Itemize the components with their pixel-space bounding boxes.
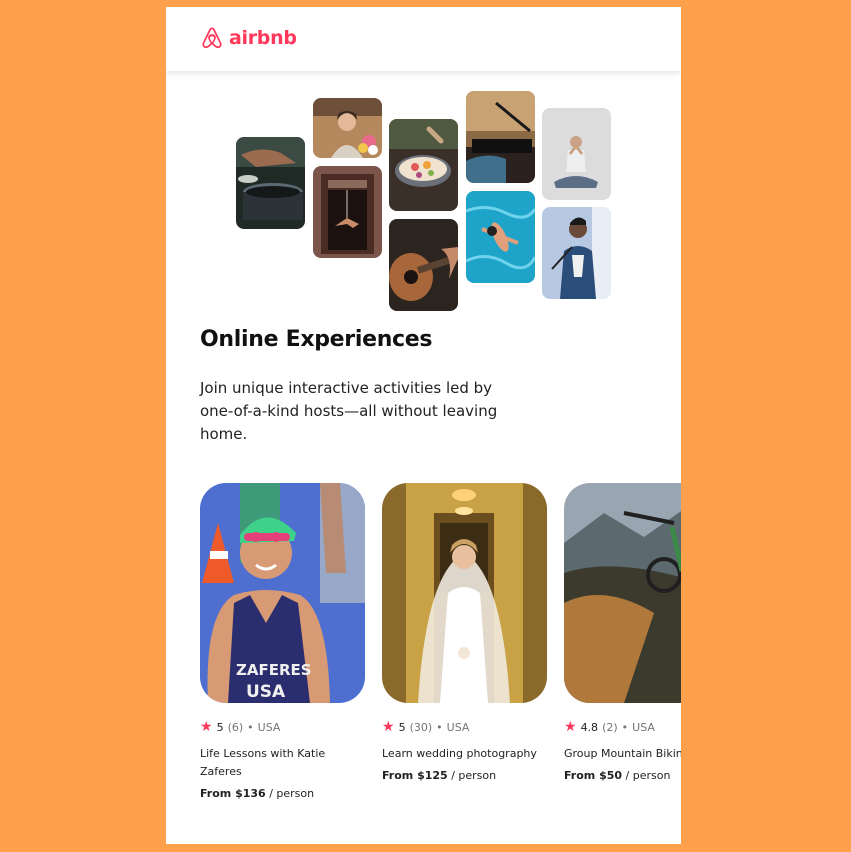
meta-separator: • [436, 720, 443, 734]
experience-photo-bride[interactable] [382, 483, 547, 703]
section-title: Online Experiences [200, 327, 433, 352]
experience-title[interactable]: Group Mountain Biking [564, 745, 681, 763]
svg-text:USA: USA [246, 682, 286, 702]
airbnb-belo-icon [202, 27, 222, 49]
price-amount: From $125 [382, 769, 448, 782]
country-label: USA [257, 720, 281, 734]
header-bar: airbnb [166, 7, 681, 71]
airbnb-logo[interactable]: airbnb [199, 24, 297, 52]
price-unit: / person [447, 769, 497, 782]
rating-value: 5 [216, 720, 224, 734]
experience-price: From $136 / person [200, 787, 365, 800]
collage-image-musician-microphone [466, 91, 535, 183]
review-count: (2) [602, 720, 618, 734]
experience-meta: ★ 4.8 (2) • USA [564, 719, 681, 735]
star-icon: ★ [564, 719, 577, 735]
collage-image-swimmer-pool [466, 191, 535, 283]
collage-image-aerial-performer [313, 166, 382, 258]
experience-photo-mountain-bike[interactable] [564, 483, 681, 703]
country-label: USA [446, 720, 470, 734]
experience-card[interactable]: ZAFERES USA ★ 5 (6) • USA Life Lessons w… [200, 483, 365, 800]
experience-price: From $125 / person [382, 769, 547, 782]
collage-image-guitar-player [389, 219, 458, 311]
collage-image-cooking-bowl [389, 119, 458, 211]
brand-wordmark: airbnb [229, 27, 297, 49]
collage-image-cooking-pots [236, 137, 305, 229]
price-unit: / person [265, 787, 315, 800]
experience-card[interactable]: ★ 5 (30) • USA Learn wedding photography… [382, 483, 547, 782]
experience-card[interactable]: ★ 4.8 (2) • USA Group Mountain Biking Fr… [564, 483, 681, 782]
meta-separator: • [247, 720, 254, 734]
experience-photo-swimmer[interactable]: ZAFERES USA [200, 483, 365, 703]
experience-list: ZAFERES USA ★ 5 (6) • USA Life Lessons w… [200, 483, 681, 823]
experience-meta: ★ 5 (30) • USA [382, 719, 547, 735]
collage-image-woman-flowers [313, 98, 382, 158]
experience-title[interactable]: Life Lessons with Katie Zaferes [200, 745, 365, 781]
review-count: (30) [409, 720, 433, 734]
price-amount: From $136 [200, 787, 266, 800]
experience-meta: ★ 5 (6) • USA [200, 719, 365, 735]
experience-title[interactable]: Learn wedding photography [382, 745, 547, 763]
price-amount: From $50 [564, 769, 623, 782]
collage-image-singer-guitar [542, 207, 611, 299]
star-icon: ★ [200, 719, 213, 735]
meta-separator: • [621, 720, 629, 734]
collage-image-yoga-meditation [542, 108, 611, 200]
rating-value: 4.8 [580, 720, 599, 734]
rating-value: 5 [398, 720, 406, 734]
experience-price: From $50 / person [564, 769, 681, 782]
email-card: airbnb Online Experiences Join unique in… [166, 7, 681, 844]
price-unit: / person [622, 769, 671, 782]
review-count: (6) [227, 720, 244, 734]
section-description: Join unique interactive activities led b… [200, 379, 498, 443]
country-label: USA [632, 720, 655, 734]
star-icon: ★ [382, 719, 395, 735]
svg-text:ZAFERES: ZAFERES [236, 661, 312, 679]
